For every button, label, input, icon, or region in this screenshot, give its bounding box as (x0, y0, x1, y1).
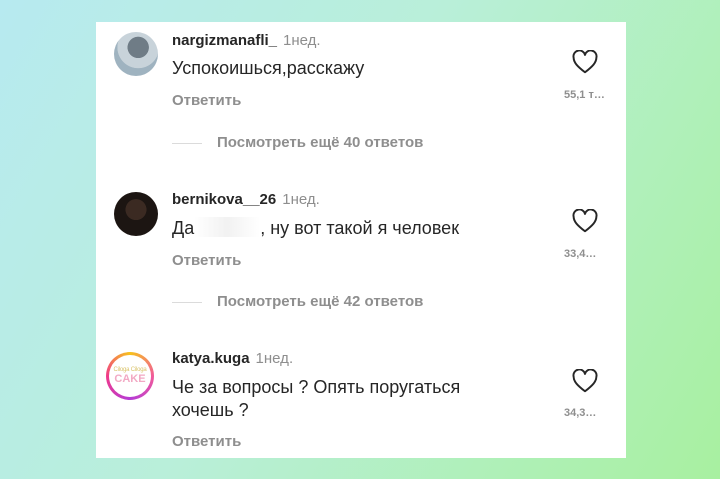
comment-time: 1нед. (255, 350, 294, 367)
comment-author: bernikova__26 1нед. (172, 191, 320, 208)
redacted-text (194, 217, 261, 237)
comment-text-end: , ну вот такой я человек (260, 218, 460, 238)
divider-line (172, 302, 202, 303)
like-count: 33,4… (564, 248, 597, 260)
username-link[interactable]: katya.kuga (172, 350, 250, 367)
avatar[interactable] (114, 32, 158, 76)
view-more-label[interactable]: Посмотреть ещё 42 ответов (217, 293, 423, 310)
heart-icon[interactable] (572, 369, 598, 393)
view-more-replies[interactable]: Посмотреть ещё 42 ответов (172, 292, 572, 312)
heart-icon[interactable] (572, 209, 598, 233)
comment-text-start: Да (172, 218, 195, 238)
like-count: 34,3… (564, 407, 597, 419)
username-link[interactable]: nargizmanafli_ (172, 32, 277, 49)
comment-author: katya.kuga 1нед. (172, 350, 293, 367)
username-link[interactable]: bernikova__26 (172, 191, 276, 208)
avatar[interactable]: Ciloga Ciloga CAKE (106, 352, 154, 400)
comments-card: nargizmanafli_ 1нед. Успокоишься,расскажу… (96, 22, 626, 458)
view-more-replies[interactable]: Посмотреть ещё 40 ответов (172, 133, 572, 153)
like-count: 55,1 т… (564, 89, 605, 101)
comment-text: Че за вопросы ? Опять поругаться хочешь … (172, 377, 461, 420)
heart-icon[interactable] (572, 50, 598, 74)
comment-text: Да , ну вот такой я человек (172, 217, 552, 240)
avatar[interactable] (114, 192, 158, 236)
reply-button[interactable]: Ответить (172, 252, 241, 269)
reply-button[interactable]: Ответить (172, 92, 241, 109)
cake-logo: Ciloga Ciloga CAKE (109, 355, 151, 397)
logo-main-text: CAKE (114, 373, 146, 385)
view-more-label[interactable]: Посмотреть ещё 40 ответов (217, 134, 423, 151)
comment-time: 1нед. (282, 191, 320, 208)
comment-author: nargizmanafli_ 1нед. (172, 32, 321, 49)
divider-line (172, 143, 202, 144)
reply-button[interactable]: Ответить (172, 433, 241, 450)
comment-time: 1нед. (283, 32, 321, 49)
comment-text: Успокоишься,расскажу (172, 58, 365, 78)
